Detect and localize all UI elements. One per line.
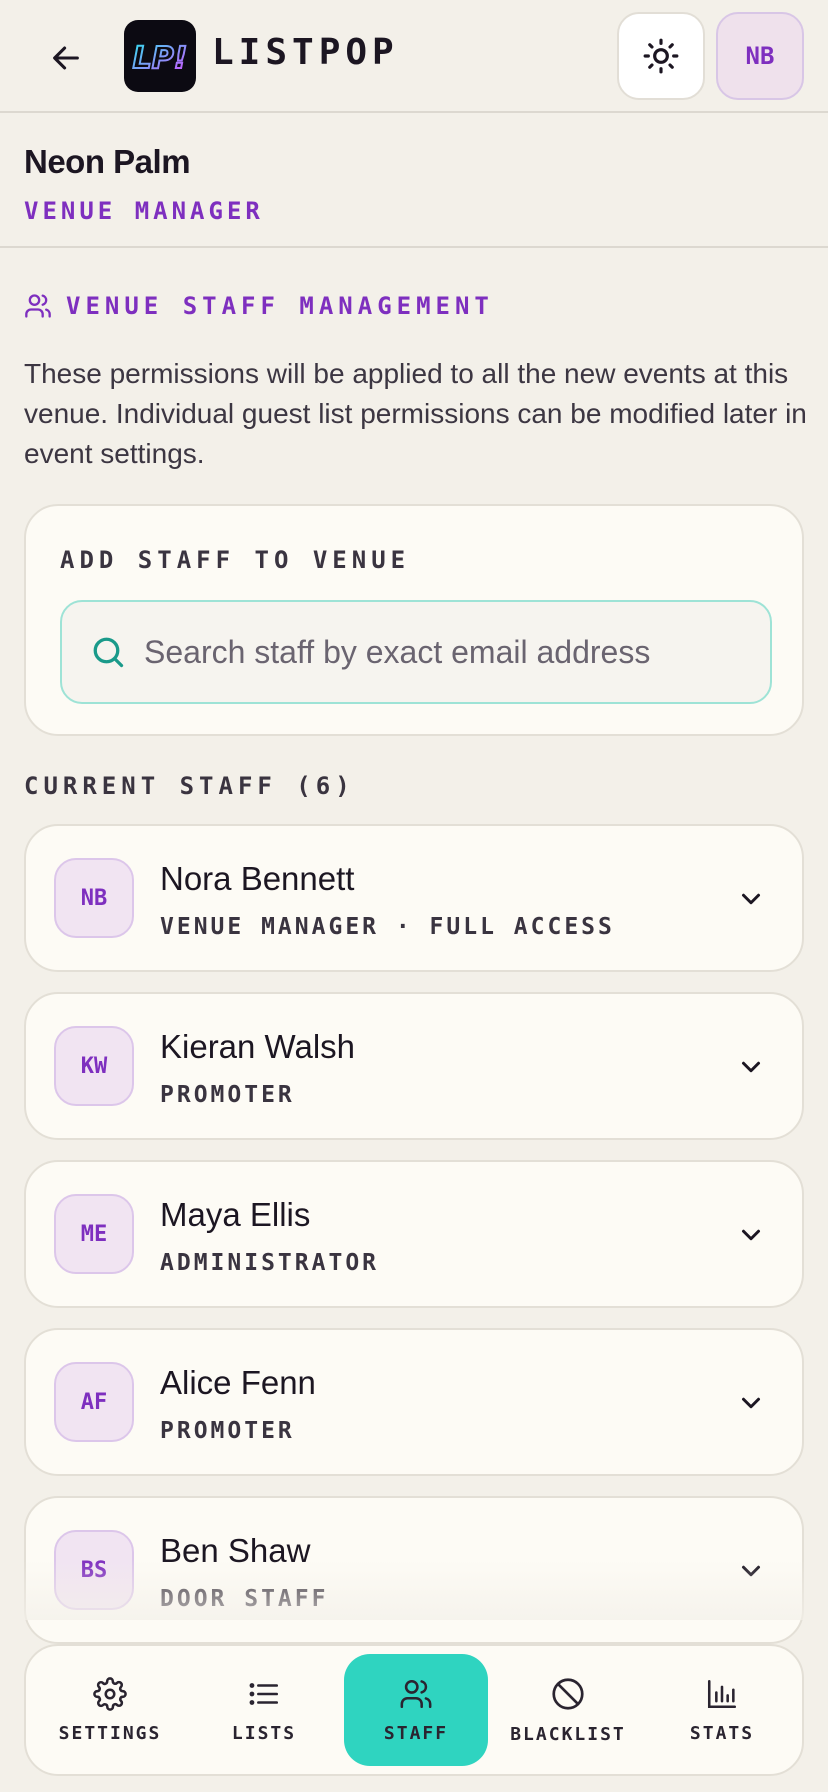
staff-name: Nora Bennett [160,860,355,897]
chevron-down-icon[interactable] [734,1218,768,1252]
nav-settings[interactable]: SETTINGS [38,1654,182,1766]
nav-blacklist[interactable]: BLACKLIST [496,1654,640,1766]
svg-text:LP!: LP! [133,41,188,76]
staff-avatar: ME [54,1194,134,1274]
chevron-down-icon[interactable] [734,1554,768,1588]
venue-name: Neon Palm [24,143,191,180]
list-icon [249,1682,279,1705]
bottom-nav: SETTINGS LISTS STAFF BLACKLIST STATS [24,1644,804,1776]
current-staff-title: CURRENT STAFF (6) [24,772,355,800]
venue-role: VENUE MANAGER [24,197,264,225]
nav-label: LISTS [231,1722,297,1744]
staff-role: PROMOTER [160,1418,295,1444]
staff-card[interactable]: BS Ben Shaw DOOR STAFF [24,1496,804,1644]
arrow-left-icon [53,46,79,70]
section-description: These permissions will be applied to all… [24,358,807,469]
staff-card[interactable]: ME Maya Ellis ADMINISTRATOR [24,1160,804,1308]
bar-chart-icon [707,1679,737,1708]
staff-role: ADMINISTRATOR [160,1250,380,1276]
staff-search-input[interactable] [144,633,664,671]
back-button[interactable] [44,36,88,80]
staff-name: Ben Shaw [160,1532,311,1569]
nav-lists[interactable]: LISTS [192,1654,336,1766]
sun-icon [643,38,679,74]
staff-role: PROMOTER [160,1082,295,1108]
chevron-down-icon[interactable] [734,882,768,916]
ban-icon [552,1677,584,1710]
app-logo: LP! [124,20,196,92]
search-icon [93,637,124,668]
staff-role: VENUE MANAGER · FULL ACCESS [160,914,615,940]
app-header: LP! LISTPOP NB [0,0,828,113]
staff-card[interactable]: NB Nora Bennett VENUE MANAGER · FULL ACC… [24,824,804,972]
staff-name: Maya Ellis [160,1196,311,1233]
staff-search-box[interactable] [60,600,772,704]
staff-card[interactable]: KW Kieran Walsh PROMOTER [24,992,804,1140]
staff-avatar: NB [54,858,134,938]
chevron-down-icon[interactable] [734,1386,768,1420]
chevron-down-icon[interactable] [734,1050,768,1084]
staff-avatar: AF [54,1362,134,1442]
nav-label: STAFF [383,1722,449,1744]
users-icon [25,294,51,318]
staff-avatar: BS [54,1530,134,1610]
add-staff-title: ADD STAFF TO VENUE [60,546,411,574]
staff-name: Kieran Walsh [160,1028,356,1065]
gear-icon [93,1676,127,1711]
section-title: VENUE STAFF MANAGEMENT [24,292,494,320]
section-title-label: VENUE STAFF MANAGEMENT [66,292,494,320]
staff-card[interactable]: AF Alice Fenn PROMOTER [24,1328,804,1476]
staff-name: Alice Fenn [160,1364,316,1401]
brand-name: LISTPOP [212,32,399,73]
nav-label: STATS [689,1722,755,1744]
users-icon [400,1679,432,1708]
user-avatar-button[interactable]: NB [716,12,804,100]
nav-stats[interactable]: STATS [650,1654,794,1766]
venue-header: Neon Palm VENUE MANAGER [0,115,828,248]
nav-label: SETTINGS [58,1722,162,1744]
add-staff-card: ADD STAFF TO VENUE [24,504,804,736]
nav-label: BLACKLIST [510,1723,626,1745]
staff-avatar: KW [54,1026,134,1106]
staff-role: DOOR STAFF [160,1586,329,1612]
nav-staff[interactable]: STAFF [344,1654,488,1766]
theme-toggle-button[interactable] [617,12,705,100]
